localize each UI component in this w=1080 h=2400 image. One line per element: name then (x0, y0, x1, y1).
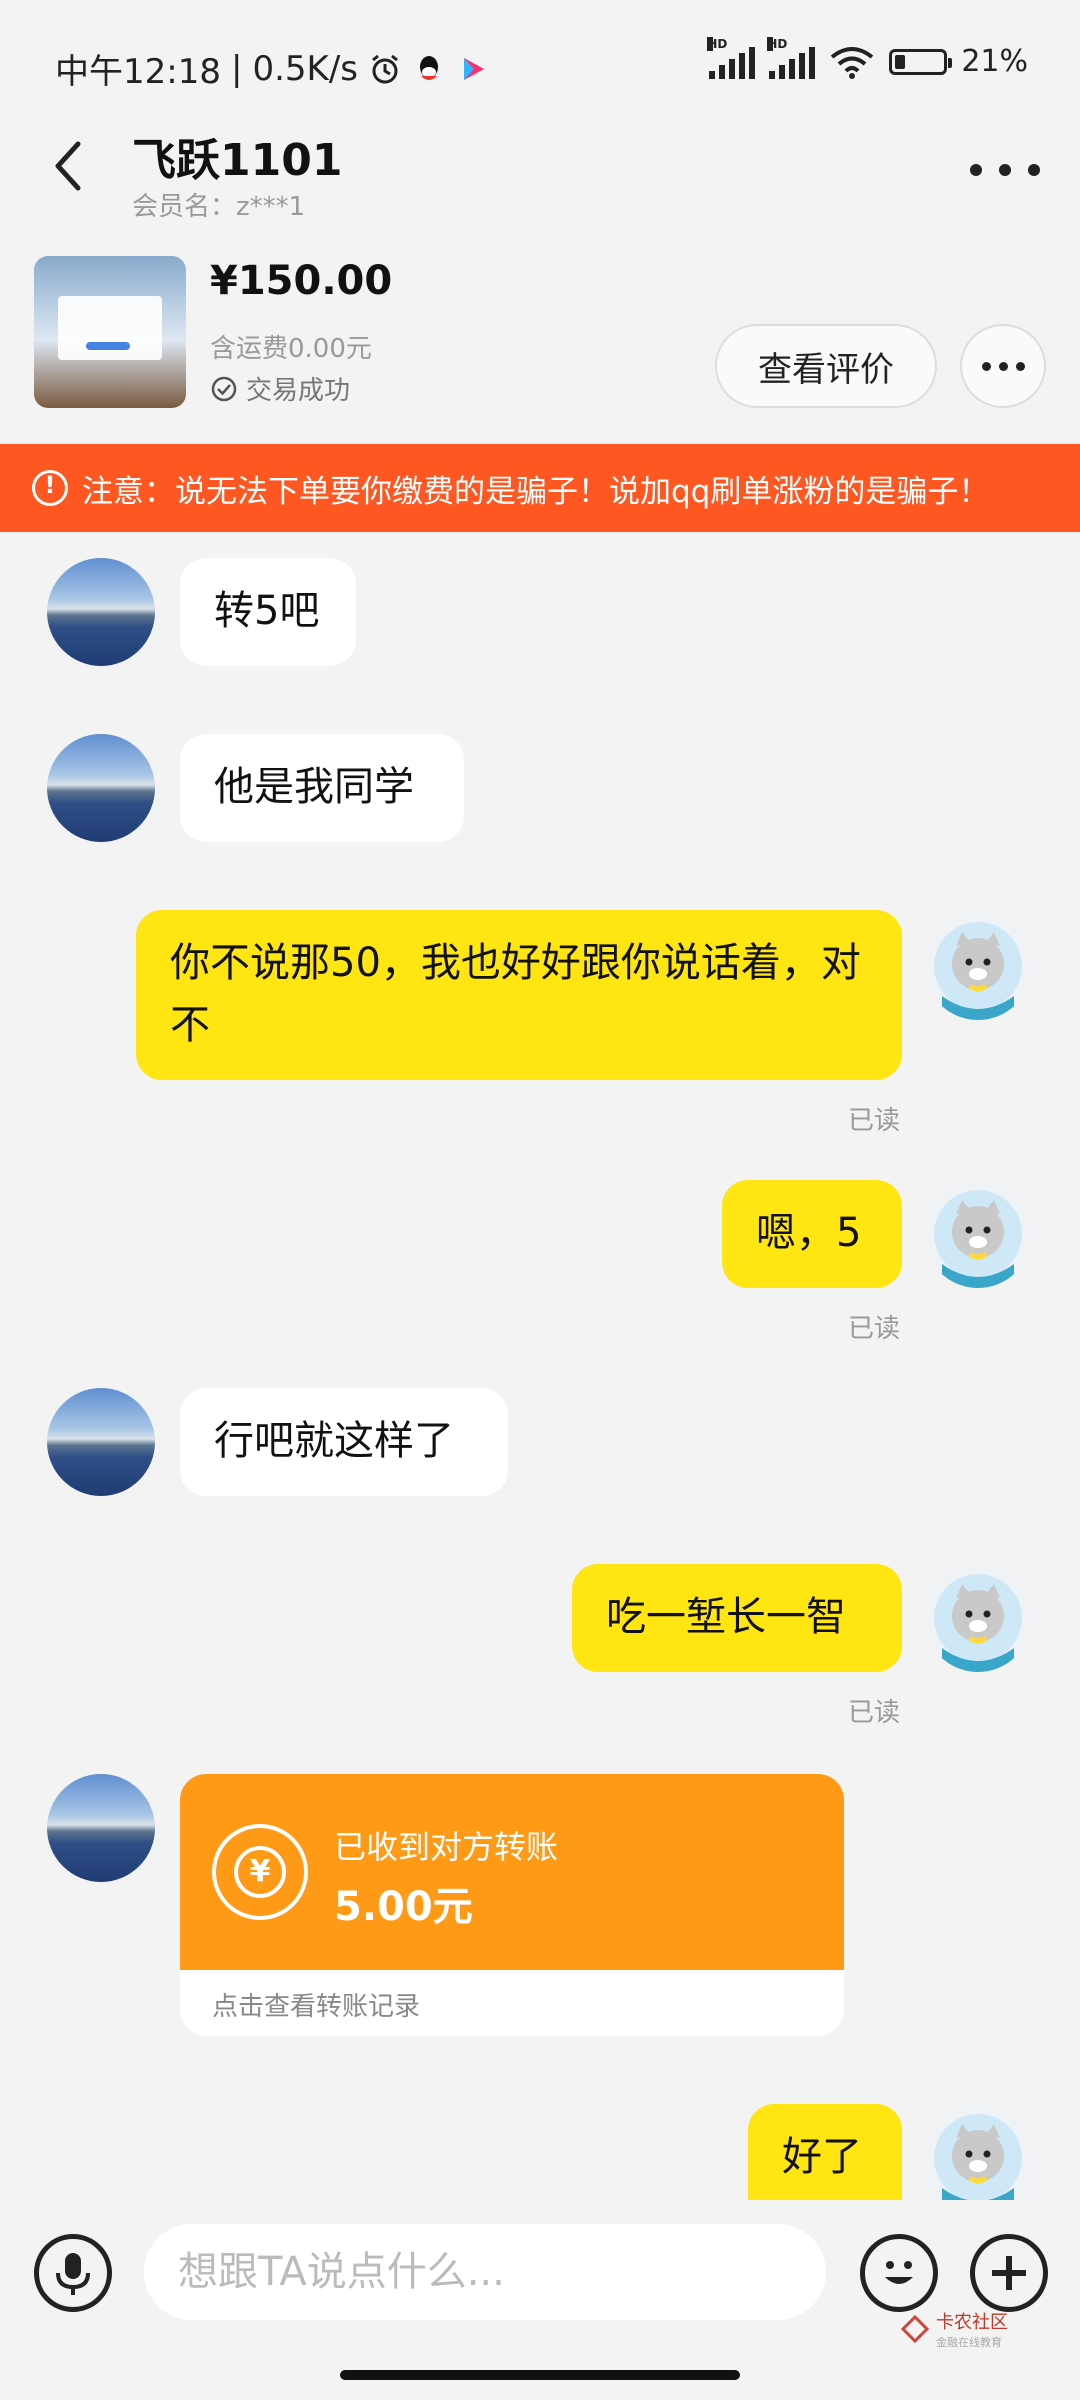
battery-icon (889, 48, 953, 75)
read-receipt: 已读 (848, 1314, 901, 1344)
message-bubble-right[interactable]: 你不说那50，我也好好跟你说话着，对不 (136, 910, 902, 1080)
more-options-icon[interactable] (970, 150, 1040, 190)
read-receipt: 已读 (848, 1106, 901, 1136)
battery-level (895, 54, 906, 69)
chat-header: 飞跃1101 会员名：z***1 (0, 120, 1080, 230)
warning-icon (32, 470, 68, 506)
member-name: 会员名：z***1 (132, 192, 306, 222)
watermark-subtext: 金融在线教育 (936, 2336, 1002, 2349)
contact-avatar[interactable] (47, 558, 155, 666)
emoji-icon[interactable] (860, 2234, 938, 2312)
transfer-title: 已收到对方转账 (334, 1828, 559, 1866)
status-separator: | (230, 48, 243, 89)
watermark-text: 卡农社区 (936, 2312, 1008, 2333)
deal-status-text: 交易成功 (246, 376, 351, 406)
message-input[interactable] (144, 2224, 826, 2320)
battery-percent: 21% (961, 44, 1028, 79)
smiley-glyph-icon (885, 2261, 913, 2284)
product-thumbnail[interactable] (34, 256, 186, 408)
chat-title: 飞跃1101 (132, 135, 343, 186)
watermark-icon (900, 2314, 930, 2344)
contact-avatar[interactable] (47, 734, 155, 842)
mic-glyph-icon (56, 2253, 90, 2295)
message-bubble-left[interactable]: 转5吧 (180, 558, 356, 666)
microphone-icon[interactable] (34, 2234, 112, 2312)
add-attachment-icon[interactable] (970, 2234, 1048, 2312)
scam-warning-banner: 注意：说无法下单要你缴费的是骗子！说加qq刷单涨粉的是骗子！ (0, 444, 1080, 532)
transfer-card[interactable]: ¥ 已收到对方转账 5.00元 点击查看转账记录 (180, 1774, 844, 2036)
status-time: 中午12:18 (55, 52, 221, 92)
product-card[interactable]: ¥150.00 含运费0.00元 交易成功 查看评价 (0, 250, 1080, 440)
status-left: 中午12:18 | 0.5K/s (55, 44, 490, 93)
contact-avatar[interactable] (47, 1774, 155, 1882)
check-circle-icon (211, 376, 237, 401)
warning-text: 注意：说无法下单要你缴费的是骗子！说加qq刷单涨粉的是骗子！ (82, 473, 990, 510)
back-arrow-icon[interactable] (44, 136, 94, 196)
composer-bar: 卡农社区 金融在线教育 (0, 2200, 1080, 2400)
my-avatar[interactable] (924, 912, 1032, 1020)
message-bubble-right[interactable]: 嗯，5 (722, 1180, 902, 1288)
my-avatar[interactable] (924, 1564, 1032, 1672)
my-avatar[interactable] (924, 1180, 1032, 1288)
message-bubble-left[interactable]: 他是我同学 (180, 734, 464, 842)
wifi-icon (831, 46, 874, 79)
product-more-icon[interactable] (960, 324, 1046, 408)
network-speed: 0.5K/s (252, 48, 358, 89)
message-bubble-right[interactable]: 好了 (748, 2104, 902, 2200)
home-indicator[interactable] (340, 2370, 740, 2380)
signal-icon-1: HD (707, 36, 756, 79)
watermark-logo: 卡农社区 金融在线教育 (900, 2308, 1008, 2350)
signal-icon-2: HD (767, 36, 816, 79)
status-right: HD HD 21% (707, 36, 1028, 79)
status-bar: 中午12:18 | 0.5K/s HD HD 21% (0, 0, 1080, 130)
video-app-icon (464, 57, 484, 80)
cat-avatar-icon (934, 1190, 1022, 1288)
transfer-yen-icon: ¥ (212, 1824, 308, 1920)
shipping-info: 含运费0.00元 (210, 334, 372, 364)
cat-avatar-icon (934, 1574, 1022, 1672)
transfer-card-header: ¥ 已收到对方转账 5.00元 (180, 1774, 844, 1970)
deal-status: 交易成功 (210, 370, 350, 407)
product-price: ¥150.00 (210, 258, 393, 304)
qq-icon (420, 55, 438, 80)
transfer-amount: 5.00元 (334, 1884, 473, 1930)
message-bubble-left[interactable]: 行吧就这样了 (180, 1388, 508, 1496)
view-review-button[interactable]: 查看评价 (715, 324, 937, 408)
message-bubble-right[interactable]: 吃一堑长一智 (572, 1564, 902, 1672)
my-avatar[interactable] (924, 2104, 1032, 2200)
cat-avatar-icon (934, 2114, 1022, 2200)
contact-avatar[interactable] (47, 1388, 155, 1496)
transfer-record-link[interactable]: 点击查看转账记录 (212, 1986, 420, 2023)
cat-avatar-icon (934, 922, 1022, 1020)
read-receipt: 已读 (848, 1698, 901, 1728)
alarm-icon (372, 54, 398, 83)
